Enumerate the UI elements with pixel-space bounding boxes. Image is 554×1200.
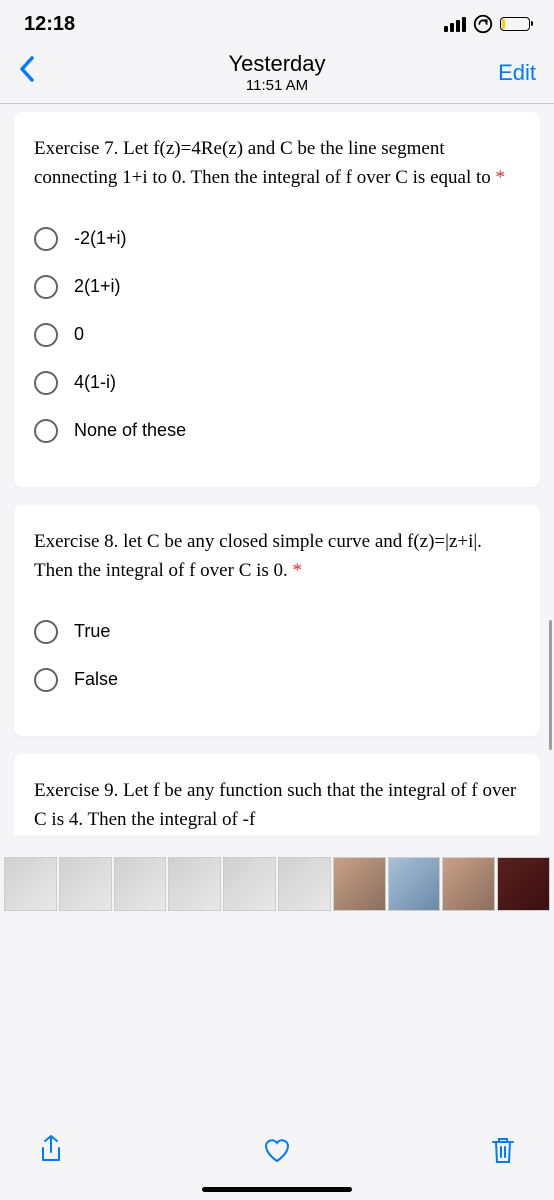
q7-option-c[interactable]: 0 [34,311,520,359]
question-9-text: Exercise 9. Let f be any function such t… [34,776,520,835]
thumbnail[interactable] [223,857,276,911]
radio-icon [34,419,58,443]
nav-title-group: Yesterday 11:51 AM [228,51,325,94]
option-label: 2(1+i) [74,276,121,297]
favorite-button[interactable] [262,1135,292,1165]
option-label: 0 [74,324,84,345]
q7-option-b[interactable]: 2(1+i) [34,263,520,311]
q8-option-true[interactable]: True [34,608,520,656]
signal-icon [444,17,466,32]
bottom-toolbar [0,1116,554,1200]
status-indicators [444,13,530,35]
question-9-card: Exercise 9. Let f be any function such t… [14,754,540,835]
radio-icon [34,227,58,251]
question-7-text: Exercise 7. Let f(z)=4Re(z) and C be the… [34,134,520,193]
nav-header: Yesterday 11:51 AM Edit [0,44,554,104]
q7-option-a[interactable]: -2(1+i) [34,215,520,263]
nav-title: Yesterday [228,51,325,77]
thumbnail[interactable] [442,857,495,911]
option-label: False [74,669,118,690]
option-label: None of these [74,420,186,441]
question-8-card: Exercise 8. let C be any closed simple c… [14,505,540,736]
content-scroll[interactable]: Exercise 7. Let f(z)=4Re(z) and C be the… [0,112,554,911]
radio-icon [34,668,58,692]
thumbnail[interactable] [388,857,441,911]
thumbnail[interactable] [168,857,221,911]
thumbnail[interactable] [114,857,167,911]
status-time: 12:18 [24,13,75,36]
option-label: True [74,621,110,642]
question-7-card: Exercise 7. Let f(z)=4Re(z) and C be the… [14,112,540,487]
thumbnail[interactable] [59,857,112,911]
thumbnail[interactable] [4,857,57,911]
thumbnail[interactable] [278,857,331,911]
photo-thumbnail-strip[interactable] [0,857,554,911]
question-8-text: Exercise 8. let C be any closed simple c… [34,527,520,586]
q7-option-e[interactable]: None of these [34,407,520,455]
required-star: * [293,560,303,581]
delete-button[interactable] [488,1135,518,1165]
q8-option-false[interactable]: False [34,656,520,704]
radio-icon [34,371,58,395]
scroll-indicator[interactable] [549,620,552,750]
thumbnail[interactable] [497,857,550,911]
radio-icon [34,275,58,299]
nav-subtitle: 11:51 AM [228,77,325,94]
radio-icon [34,620,58,644]
back-button[interactable] [18,54,36,91]
radio-icon [34,323,58,347]
status-bar: 12:18 [0,0,554,44]
thumbnail[interactable] [333,857,386,911]
option-label: -2(1+i) [74,228,127,249]
option-label: 4(1-i) [74,372,116,393]
home-indicator[interactable] [202,1187,352,1192]
edit-button[interactable]: Edit [498,60,536,86]
required-star: * [496,167,506,188]
q7-option-d[interactable]: 4(1-i) [34,359,520,407]
battery-icon [500,17,530,31]
orientation-lock-icon [472,13,494,35]
share-button[interactable] [36,1135,66,1165]
